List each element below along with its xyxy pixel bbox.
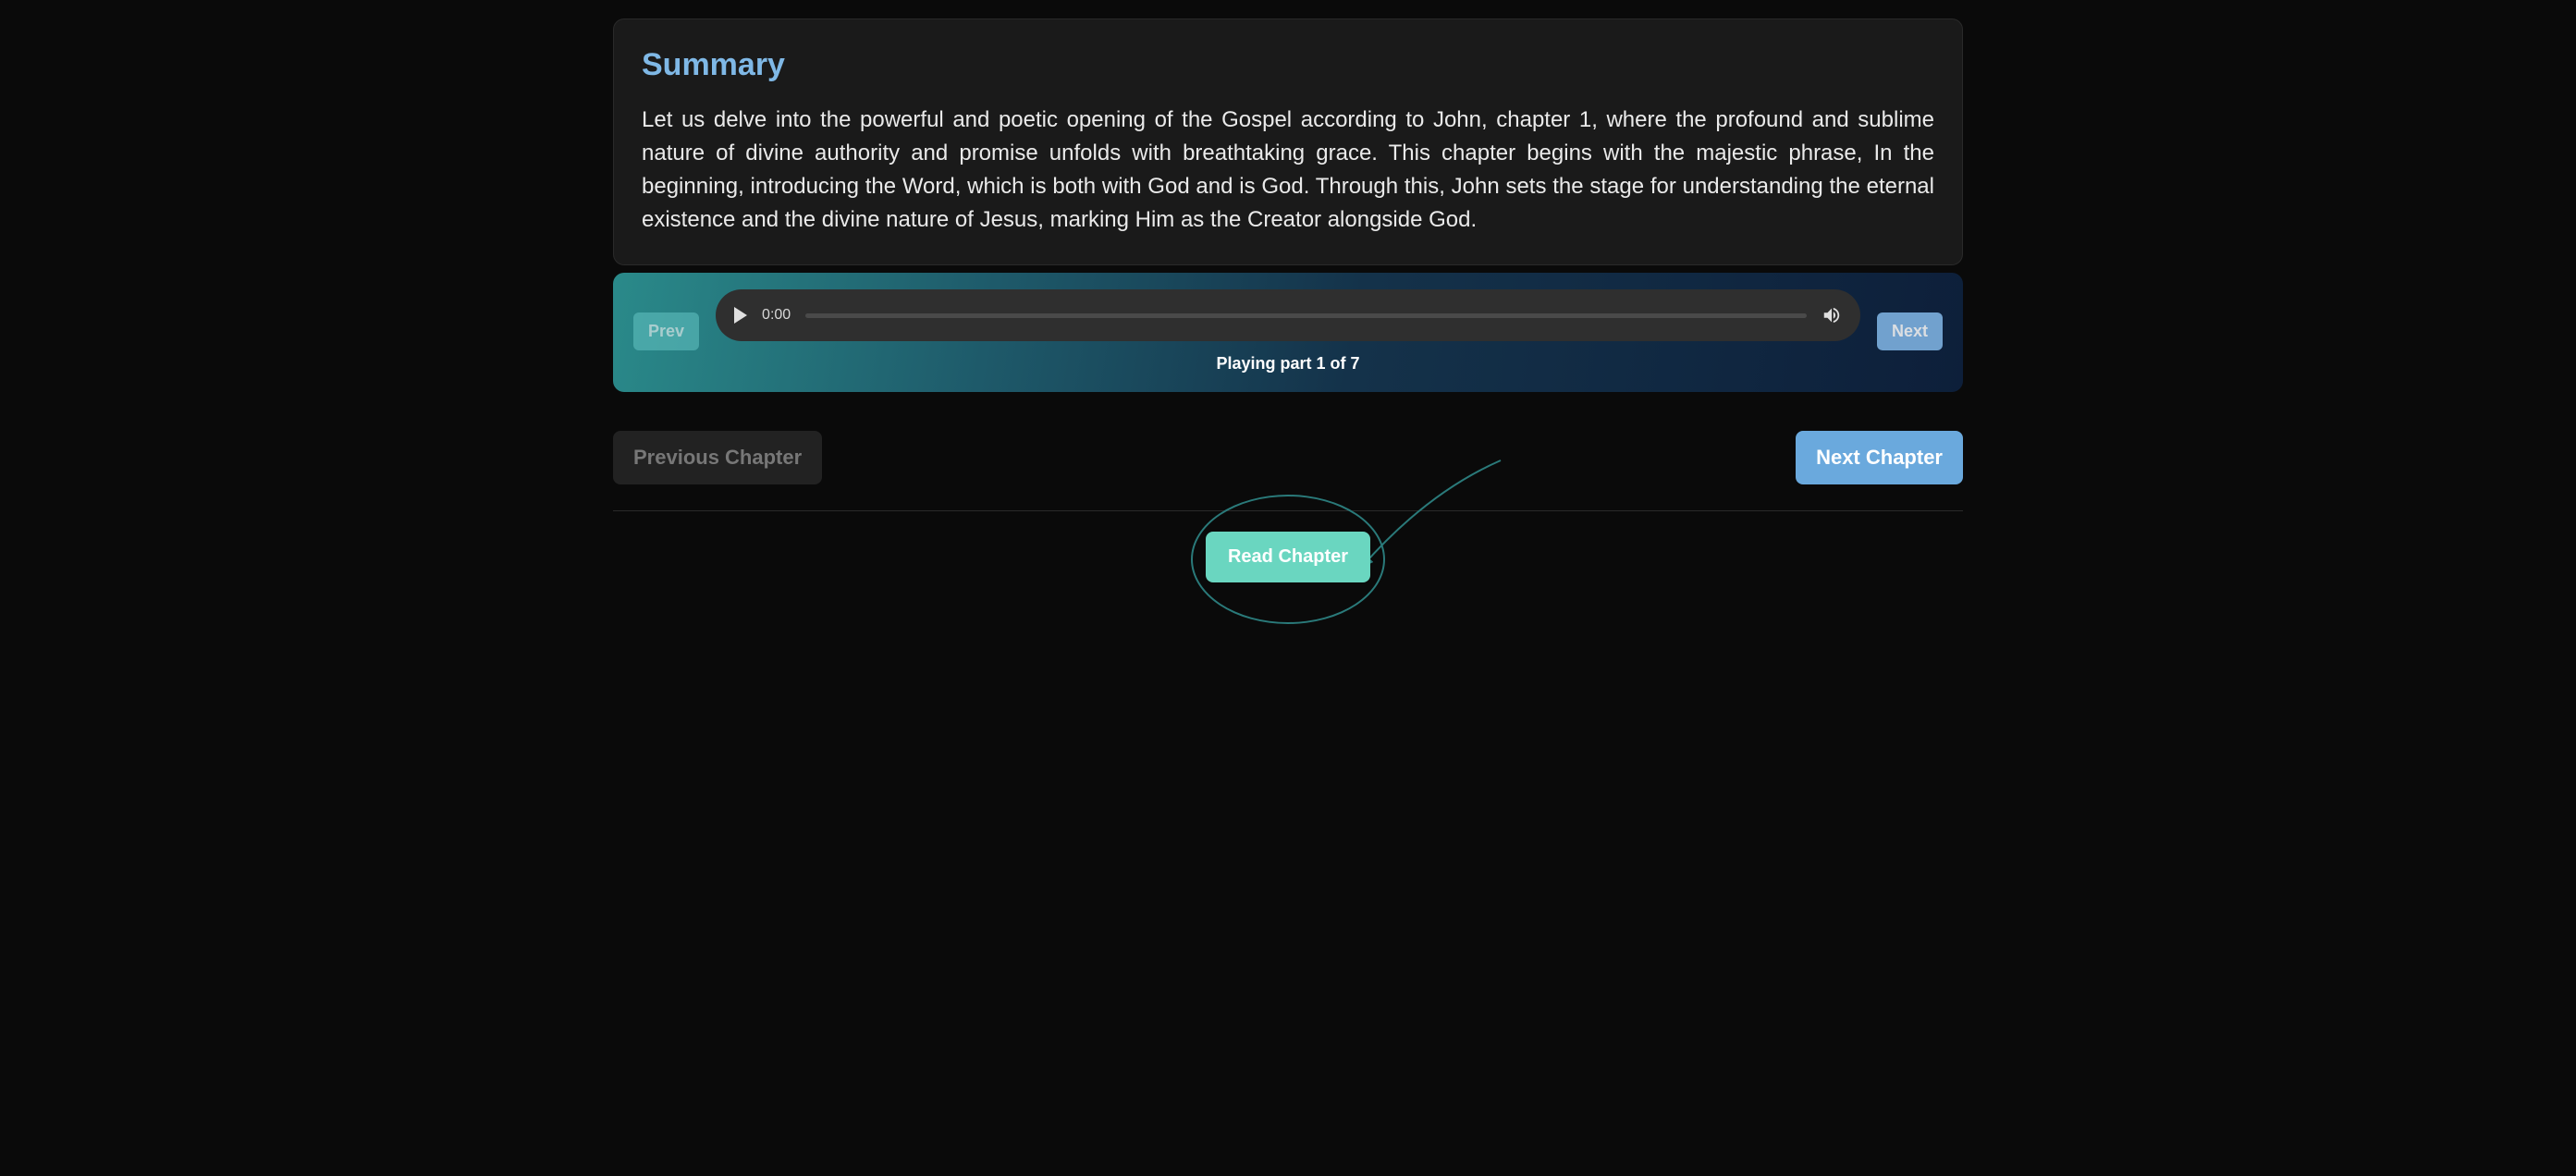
audio-time: 0:00 [762,307,791,324]
next-part-button[interactable]: Next [1877,312,1943,350]
player-center: 0:00 Playing part 1 of 7 [716,289,1860,374]
audio-controls: 0:00 [716,289,1860,341]
previous-chapter-button[interactable]: Previous Chapter [613,431,822,484]
summary-title: Summary [642,47,1934,83]
chapter-nav: Previous Chapter Next Chapter [613,431,1963,511]
summary-card: Summary Let us delve into the powerful a… [613,18,1963,265]
volume-icon[interactable] [1822,305,1842,325]
audio-progress-track[interactable] [805,313,1807,318]
next-chapter-button[interactable]: Next Chapter [1796,431,1963,484]
audio-player-card: Prev 0:00 Playing part 1 of 7 Next [613,273,1963,392]
read-chapter-section: Read Chapter [613,511,1963,619]
prev-part-button[interactable]: Prev [633,312,699,350]
play-icon[interactable] [734,307,747,324]
summary-text: Let us delve into the powerful and poeti… [642,104,1934,237]
playing-status: Playing part 1 of 7 [716,354,1860,374]
read-chapter-button[interactable]: Read Chapter [1206,532,1370,582]
